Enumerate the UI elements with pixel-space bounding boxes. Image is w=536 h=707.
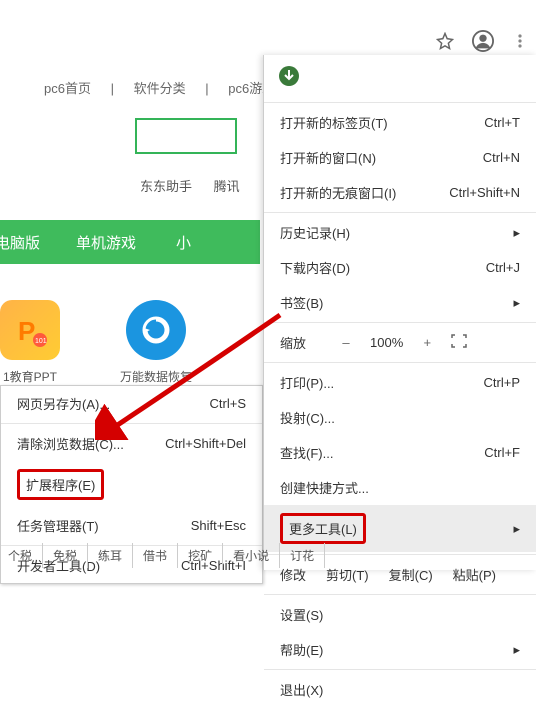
category-bar: 游电脑版 单机游戏 小 — [0, 220, 260, 264]
cut-button[interactable]: 剪切(T) — [326, 565, 369, 584]
app-icon-recovery — [126, 300, 186, 360]
menuitem-clear-data[interactable]: 清除浏览数据(C)...Ctrl+Shift+Del — [1, 426, 262, 461]
zoom-percent: 100% — [370, 335, 403, 350]
menuitem-history[interactable]: 历史记录(H)▸ — [264, 215, 536, 250]
tab[interactable]: 订花 — [280, 543, 325, 568]
divider — [264, 669, 536, 670]
menuitem-incognito[interactable]: 打开新的无痕窗口(I)Ctrl+Shift+N — [264, 175, 536, 210]
menuitem-task-manager[interactable]: 任务管理器(T)Shift+Esc — [1, 508, 262, 543]
divider — [264, 594, 536, 595]
chevron-right-icon: ▸ — [513, 295, 520, 311]
menuitem-downloads[interactable]: 下载内容(D)Ctrl+J — [264, 250, 536, 285]
svg-text:101: 101 — [35, 338, 47, 345]
tab[interactable]: 练耳 — [88, 543, 133, 568]
tab[interactable]: 免税 — [43, 543, 88, 568]
zoom-in-button[interactable]: + — [417, 335, 437, 350]
paste-button[interactable]: 粘贴(P) — [453, 565, 496, 584]
divider — [264, 362, 536, 363]
bottom-tabs: 个税 免税 练耳 借书 挖矿 看小说 订花 — [0, 543, 325, 568]
menuitem-bookmarks[interactable]: 书签(B)▸ — [264, 285, 536, 320]
idm-icon[interactable] — [264, 55, 536, 100]
zoom-row: 缩放 – 100% + — [264, 325, 536, 360]
cat-b[interactable]: 单机游戏 — [76, 232, 136, 253]
app-item[interactable]: P101 1教育PPT — [0, 300, 60, 385]
menuitem-extensions[interactable]: 扩展程序(E) — [1, 461, 262, 508]
star-icon[interactable] — [436, 32, 454, 50]
tab[interactable]: 个税 — [0, 543, 43, 568]
menuitem-cast[interactable]: 投射(C)... — [264, 400, 536, 435]
svg-text:P: P — [18, 316, 35, 346]
sep: | — [111, 81, 114, 96]
cat-a[interactable]: 游电脑版 — [0, 232, 40, 253]
chrome-main-menu: 打开新的标签页(T)Ctrl+T 打开新的窗口(N)Ctrl+N 打开新的无痕窗… — [263, 55, 536, 570]
app-label: 万能数据恢复 — [120, 368, 192, 385]
nav-b[interactable]: 软件分类 — [134, 81, 186, 96]
fullscreen-icon[interactable] — [451, 334, 467, 351]
sublink-b[interactable]: 腾讯 — [214, 179, 240, 194]
app-item[interactable]: 万能数据恢复 — [120, 300, 192, 385]
divider — [264, 212, 536, 213]
tab[interactable]: 挖矿 — [178, 543, 223, 568]
zoom-label: 缩放 — [280, 333, 306, 352]
tab[interactable]: 看小说 — [223, 543, 280, 568]
sublink-a[interactable]: 东东助手 — [140, 179, 192, 194]
highlight-extensions: 扩展程序(E) — [17, 469, 104, 500]
sep: | — [205, 81, 208, 96]
zoom-out-button[interactable]: – — [336, 335, 356, 350]
menuitem-new-window[interactable]: 打开新的窗口(N)Ctrl+N — [264, 140, 536, 175]
menuitem-settings[interactable]: 设置(S) — [264, 597, 536, 632]
menuitem-exit[interactable]: 退出(X) — [264, 672, 536, 707]
menuitem-shortcut[interactable]: 创建快捷方式... — [264, 470, 536, 505]
cat-c[interactable]: 小 — [176, 232, 191, 253]
app-label: 1教育PPT — [3, 368, 57, 385]
chevron-right-icon: ▸ — [513, 225, 520, 241]
menuitem-print[interactable]: 打印(P)...Ctrl+P — [264, 365, 536, 400]
highlight-more-tools: 更多工具(L) — [280, 513, 366, 544]
divider — [1, 423, 262, 424]
chevron-right-icon: ▸ — [513, 521, 520, 537]
app-icon-ppt: P101 — [0, 300, 60, 360]
chevron-right-icon: ▸ — [513, 642, 520, 658]
menuitem-find[interactable]: 查找(F)...Ctrl+F — [264, 435, 536, 470]
menu-icon[interactable] — [512, 33, 528, 49]
menuitem-save-as[interactable]: 网页另存为(A)...Ctrl+S — [1, 386, 262, 421]
nav-a[interactable]: pc6首页 — [44, 81, 91, 96]
profile-icon[interactable] — [472, 30, 494, 52]
menuitem-help[interactable]: 帮助(E)▸ — [264, 632, 536, 667]
sub-links: 东东助手 腾讯 — [140, 176, 258, 195]
copy-button[interactable]: 复制(C) — [389, 565, 433, 584]
nav-links: pc6首页 | 软件分类 | pc6游戏 — [36, 78, 283, 97]
divider — [264, 322, 536, 323]
divider — [264, 102, 536, 103]
search-box[interactable] — [135, 118, 237, 154]
tab[interactable]: 借书 — [133, 543, 178, 568]
browser-toolbar — [436, 30, 528, 52]
menuitem-new-tab[interactable]: 打开新的标签页(T)Ctrl+T — [264, 105, 536, 140]
